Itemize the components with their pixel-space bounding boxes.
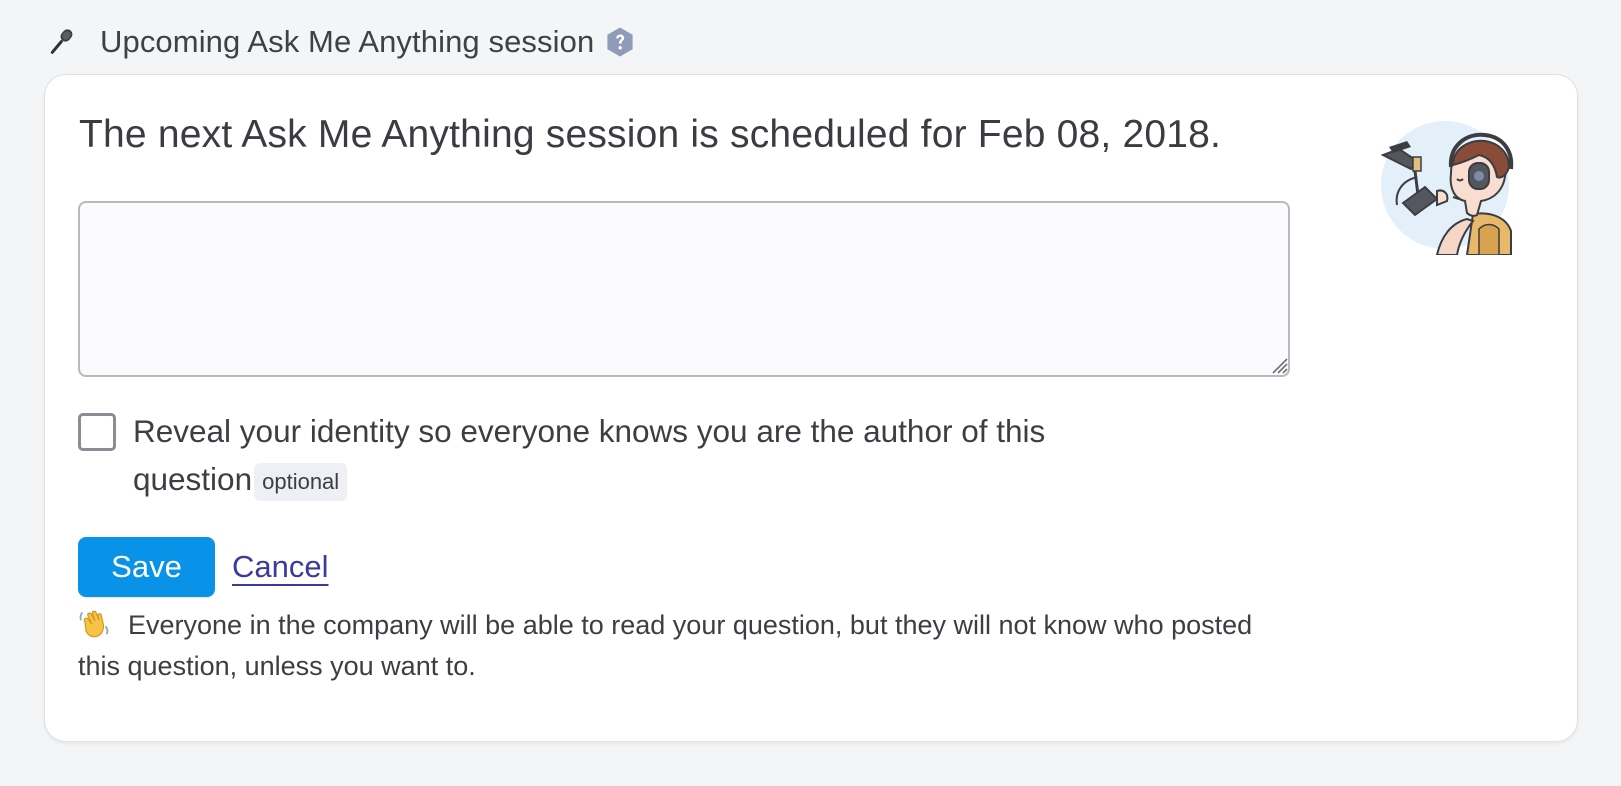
resize-grip-icon[interactable] <box>1267 353 1289 375</box>
reveal-identity-option: Reveal your identity so everyone knows y… <box>78 411 1118 503</box>
section-header: Upcoming Ask Me Anything session <box>42 20 636 64</box>
reveal-identity-label[interactable]: Reveal your identity so everyone knows y… <box>133 407 1093 503</box>
form-actions: Save Cancel <box>78 537 329 597</box>
microphone-icon <box>42 23 80 61</box>
question-circle-icon[interactable] <box>604 26 636 58</box>
anonymity-note-text: Everyone in the company will be able to … <box>78 610 1253 681</box>
waving-hand-icon <box>78 609 110 639</box>
podcaster-illustration <box>1380 119 1519 256</box>
optional-badge: optional <box>254 463 348 501</box>
anonymity-note: Everyone in the company will be able to … <box>78 605 1258 687</box>
question-textarea[interactable] <box>78 201 1290 377</box>
section-title: Upcoming Ask Me Anything session <box>100 24 595 59</box>
reveal-identity-checkbox[interactable] <box>78 413 116 451</box>
ama-question-card: The next Ask Me Anything session is sche… <box>44 74 1578 742</box>
save-button[interactable]: Save <box>78 537 215 597</box>
session-schedule-heading: The next Ask Me Anything session is sche… <box>79 113 1222 156</box>
cancel-link[interactable]: Cancel <box>232 549 329 585</box>
